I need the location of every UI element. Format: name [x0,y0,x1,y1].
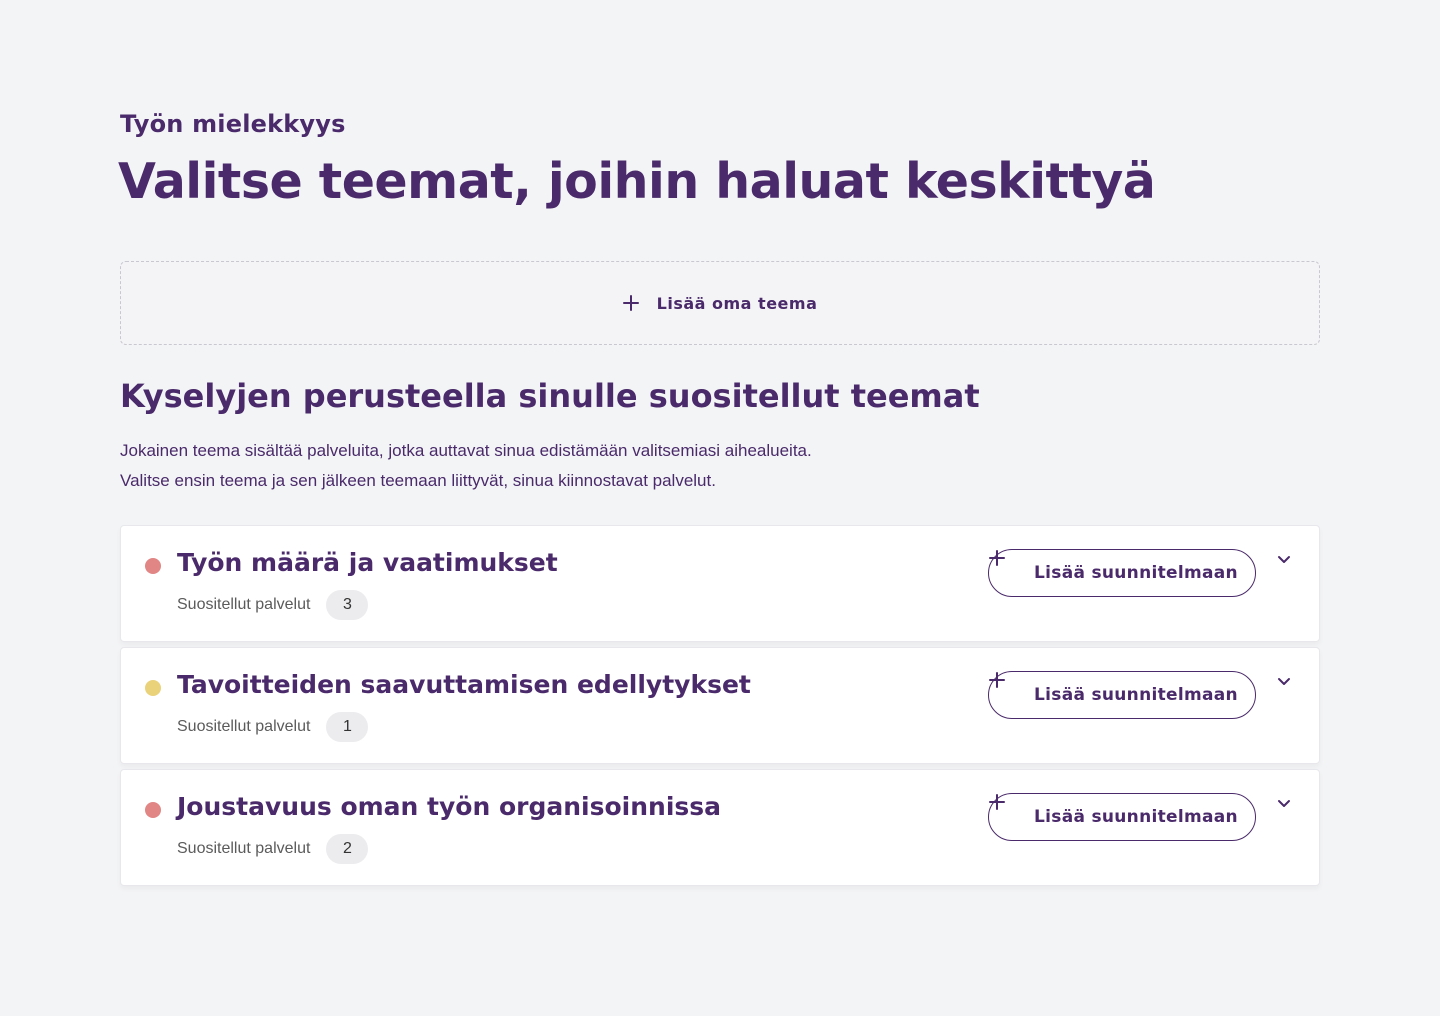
add-to-plan-button[interactable]: Lisää suunnitelmaan [988,671,1256,719]
theme-status-dot [145,802,161,818]
recommended-services-count-badge: 3 [326,590,369,620]
theme-status-dot [145,680,161,696]
theme-title: Työn määrä ja vaatimukset [177,548,558,577]
theme-card: Joustavuus oman työn organisoinnissa Suo… [120,769,1320,886]
add-to-plan-button[interactable]: Lisää suunnitelmaan [988,549,1256,597]
description-line: Jokainen teema sisältää palveluita, jotk… [120,441,812,460]
chevron-down-icon[interactable] [1276,796,1292,812]
theme-card: Tavoitteiden saavuttamisen edellytykset … [120,647,1320,764]
theme-card: Työn määrä ja vaatimukset Suositellut pa… [120,525,1320,642]
add-to-plan-button[interactable]: Lisää suunnitelmaan [988,793,1256,841]
recommended-services-row: Suositellut palvelut 2 [177,834,369,864]
theme-title: Joustavuus oman työn organisoinnissa [177,792,722,821]
chevron-down-icon[interactable] [1276,674,1292,690]
recommended-services-row: Suositellut palvelut 3 [177,590,369,620]
theme-title: Tavoitteiden saavuttamisen edellytykset [177,670,751,699]
plus-icon [622,295,639,311]
add-to-plan-label: Lisää suunnitelmaan [1034,807,1238,827]
theme-status-dot [145,558,161,574]
page: Työn mielekkyys Valitse teemat, joihin h… [0,0,1440,1016]
plus-icon [1006,809,1022,825]
page-eyebrow: Työn mielekkyys [120,110,346,138]
theme-list: Työn määrä ja vaatimukset Suositellut pa… [120,525,1320,891]
recommended-services-count-badge: 1 [326,712,369,742]
chevron-down-icon[interactable] [1276,552,1292,568]
add-own-theme-label: Lisää oma teema [656,293,818,313]
page-title: Valitse teemat, joihin haluat keskittyä [118,153,1156,210]
add-to-plan-label: Lisää suunnitelmaan [1034,563,1238,583]
recommended-themes-description: Jokainen teema sisältää palveluita, jotk… [120,436,812,496]
recommended-services-label: Suositellut palvelut [177,718,311,735]
description-line: Valitse ensin teema ja sen jälkeen teema… [120,471,716,490]
add-own-theme-button[interactable]: Lisää oma teema [120,261,1320,345]
plus-icon [1006,687,1022,703]
add-to-plan-label: Lisää suunnitelmaan [1034,685,1238,705]
recommended-services-row: Suositellut palvelut 1 [177,712,369,742]
recommended-services-label: Suositellut palvelut [177,840,311,857]
recommended-services-label: Suositellut palvelut [177,596,311,613]
plus-icon [1006,565,1022,581]
recommended-themes-title: Kyselyjen perusteella sinulle suositellu… [120,377,980,415]
recommended-services-count-badge: 2 [326,834,369,864]
